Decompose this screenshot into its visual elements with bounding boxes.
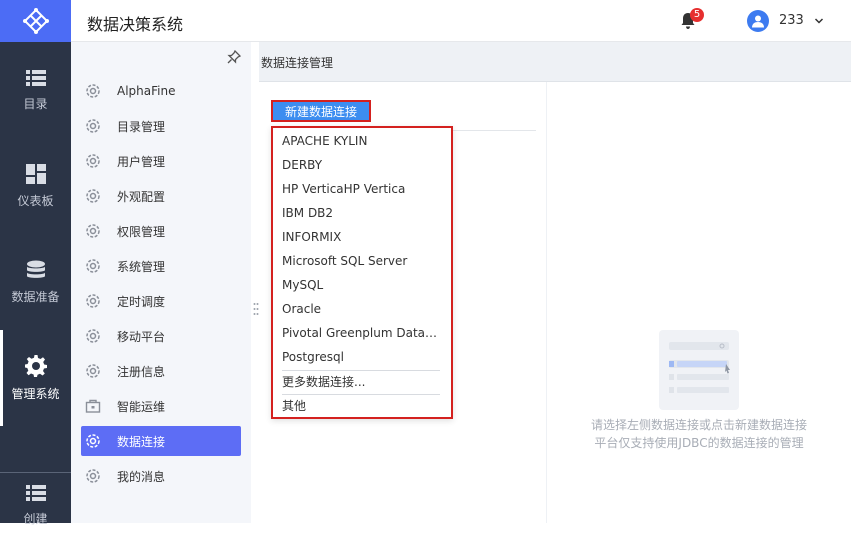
submenu-item-user-mgmt[interactable]: 用户管理 (81, 146, 241, 176)
empty-state-text: 请选择左侧数据连接或点击新建数据连接 平台仅支持使用JDBC的数据连接的管理 (547, 416, 851, 452)
dropdown-item-postgresql[interactable]: Postgresql (282, 345, 442, 369)
submenu-item-system-mgmt[interactable]: 系统管理 (81, 251, 241, 281)
dropdown-item-mysql[interactable]: MySQL (282, 273, 442, 297)
dropdown-item-more[interactable]: 更多数据连接... (282, 370, 442, 394)
submenu-item-label: AlphaFine (117, 84, 176, 98)
rail-item-data-prep[interactable]: 数据准备 (0, 234, 71, 330)
dropdown-item-hp-vertica[interactable]: HP VerticaHP Vertica (282, 177, 442, 201)
submenu-item-mobile[interactable]: 移动平台 (81, 321, 241, 351)
dropdown-item-oracle[interactable]: Oracle (282, 297, 442, 321)
submenu-item-label: 权限管理 (117, 224, 166, 239)
gear-outline-icon (86, 224, 100, 238)
dropdown-item-apache-kylin[interactable]: APACHE KYLIN (282, 129, 442, 153)
submenu-item-label: 外观配置 (117, 189, 166, 204)
rail-item-dashboard[interactable]: 仪表板 (0, 138, 71, 234)
submenu-item-label: 智能运维 (117, 399, 166, 414)
avatar[interactable] (747, 10, 769, 32)
rail-item-management[interactable]: 管理系统 (0, 330, 71, 426)
gear-outline-icon (86, 84, 100, 98)
app-title: 数据决策系统 (87, 15, 184, 34)
app-logo[interactable] (0, 0, 71, 42)
empty-state-line: 平台仅支持使用JDBC的数据连接的管理 (594, 436, 804, 450)
gear-outline-icon (86, 119, 100, 133)
user-icon (752, 15, 764, 28)
dropdown-item-greenplum[interactable]: Pivotal Greenplum Databa... (282, 321, 442, 345)
gear-outline-icon (86, 189, 100, 203)
submenu-item-data-connection[interactable]: 数据连接 (81, 426, 241, 456)
submenu-item-messages[interactable]: 我的消息 (81, 461, 241, 491)
submenu-item-label: 数据连接 (117, 434, 166, 449)
submenu-item-ops[interactable]: 智能运维 (81, 391, 241, 421)
submenu-item-label: 定时调度 (117, 294, 166, 309)
dropdown-item-sql-server[interactable]: Microsoft SQL Server (282, 249, 442, 273)
submenu-item-permissions[interactable]: 权限管理 (81, 216, 241, 246)
empty-state-line: 请选择左侧数据连接或点击新建数据连接 (590, 418, 807, 432)
rail-item-create[interactable]: 创建 (0, 457, 71, 553)
top-header: 数据决策系统 5 233 (0, 0, 851, 42)
submenu-item-registration[interactable]: 注册信息 (81, 356, 241, 386)
rail-item-label: 目录 (23, 96, 48, 111)
rail-item-label: 数据准备 (11, 289, 60, 304)
submenu-item-label: 目录管理 (117, 119, 166, 134)
empty-state-icon (659, 330, 739, 410)
rail-item-catalog[interactable]: 目录 (0, 42, 71, 138)
left-rail: 目录 仪表板 数据准备 管理系统 创建 (0, 42, 71, 526)
gear-outline-icon (86, 329, 100, 343)
submenu-item-appearance[interactable]: 外观配置 (81, 181, 241, 211)
gear-outline-icon (86, 294, 100, 308)
submenu-item-alphafine[interactable]: AlphaFine (81, 76, 241, 106)
dropdown-item-other[interactable]: 其他 (282, 394, 442, 418)
toolbox-icon (85, 399, 101, 413)
submenu-item-scheduling[interactable]: 定时调度 (81, 286, 241, 316)
submenu-item-label: 用户管理 (117, 154, 166, 169)
gear-icon (24, 354, 47, 377)
main-content: 数据连接管理 新建数据连接 APACHE KYLIN DERBY HP Vert… (259, 42, 851, 523)
user-name[interactable]: 233 (779, 13, 804, 28)
dashboard-icon (25, 163, 46, 184)
rail-item-label: 创建 (23, 511, 48, 526)
dropdown-item-ibm-db2[interactable]: IBM DB2 (282, 201, 442, 225)
logo-icon (22, 8, 49, 34)
list-icon (25, 484, 46, 501)
dropdown-item-informix[interactable]: INFORMIX (282, 225, 442, 249)
connection-detail-panel: 请选择左侧数据连接或点击新建数据连接 平台仅支持使用JDBC的数据连接的管理 (547, 82, 851, 523)
rail-item-label: 管理系统 (11, 386, 60, 401)
management-submenu: AlphaFine 目录管理 用户管理 外观配置 权限管理 系统管理 定时调度 … (71, 42, 251, 523)
submenu-item-label: 移动平台 (117, 329, 166, 344)
gear-outline-icon (86, 364, 100, 378)
submenu-item-catalog-mgmt[interactable]: 目录管理 (81, 111, 241, 141)
notification-badge: 5 (690, 8, 704, 22)
gear-outline-icon (86, 154, 100, 168)
connection-type-dropdown: APACHE KYLIN DERBY HP VerticaHP Vertica … (271, 126, 453, 419)
database-icon (26, 260, 45, 278)
submenu-item-label: 我的消息 (117, 469, 166, 484)
page-title: 数据连接管理 (261, 56, 334, 70)
gear-outline-icon (86, 259, 100, 273)
chevron-down-icon[interactable] (814, 16, 824, 26)
gear-outline-icon (86, 469, 100, 483)
rail-item-label: 仪表板 (17, 193, 54, 208)
pin-icon[interactable] (227, 50, 241, 64)
submenu-item-label: 注册信息 (117, 364, 166, 379)
list-icon (25, 69, 46, 86)
dropdown-item-derby[interactable]: DERBY (282, 153, 442, 177)
submenu-item-label: 系统管理 (117, 259, 166, 274)
gear-outline-icon (86, 434, 100, 448)
connection-list-panel: 新建数据连接 APACHE KYLIN DERBY HP VerticaHP V… (259, 82, 546, 523)
new-connection-button[interactable]: 新建数据连接 (271, 100, 371, 122)
